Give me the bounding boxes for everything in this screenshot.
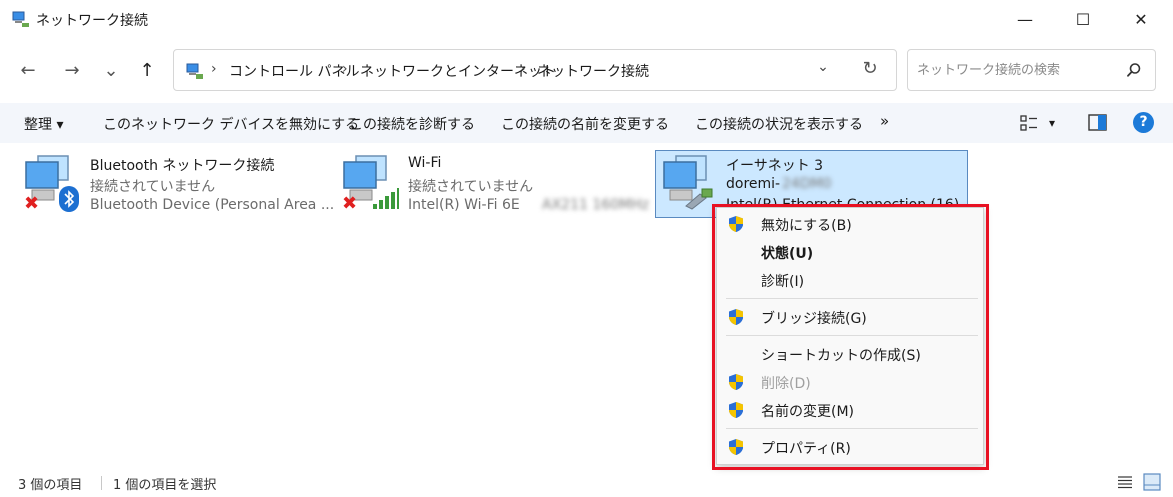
breadcrumb-separator: › (211, 61, 217, 77)
minimize-button[interactable]: — (997, 0, 1053, 38)
organize-button[interactable]: 整理 ▾ (24, 114, 63, 134)
view-status-button[interactable]: この接続の状況を表示する (695, 114, 863, 134)
connection-status-redacted: 24DM0 (782, 176, 832, 192)
recent-locations-button[interactable]: ⌄ (97, 56, 125, 84)
disconnected-x-icon: ✖ (342, 193, 358, 214)
details-view-icon[interactable] (1117, 474, 1133, 490)
refresh-button[interactable]: ↻ (858, 58, 882, 82)
disable-device-button[interactable]: このネットワーク デバイスを無効にする (103, 114, 359, 134)
connection-name: Bluetooth ネットワーク接続 (90, 158, 275, 174)
breadcrumb-network-connections[interactable]: ネットワーク接続 (537, 61, 649, 81)
status-divider (101, 476, 102, 490)
ethernet-cable-icon (685, 188, 713, 210)
connection-name: イーサネット 3 (726, 158, 824, 174)
window-title: ネットワーク接続 (36, 13, 148, 29)
help-button[interactable]: ? (1133, 112, 1154, 133)
status-item-count: 3 個の項目 (18, 478, 83, 493)
large-icons-view-icon[interactable] (1143, 473, 1161, 491)
search-icon[interactable] (1125, 61, 1143, 79)
close-button[interactable]: ✕ (1113, 0, 1169, 38)
maximize-button[interactable]: ☐ (1055, 0, 1111, 38)
view-dropdown-button[interactable]: ▾ (1049, 116, 1055, 130)
preview-pane-icon[interactable] (1088, 114, 1107, 131)
back-button[interactable]: ← (14, 56, 42, 84)
connection-device: Bluetooth Device (Personal Area ... (90, 197, 335, 213)
breadcrumb-separator: › (520, 61, 526, 77)
disconnected-x-icon: ✖ (24, 193, 40, 214)
connection-name: Wi-Fi (408, 155, 442, 171)
rename-button[interactable]: この接続の名前を変更する (501, 114, 669, 134)
signal-bars-icon (373, 188, 399, 209)
connection-status: doremi- (726, 176, 781, 192)
breadcrumb-control-panel[interactable]: コントロール パネル (229, 61, 359, 81)
search-input[interactable] (917, 60, 1117, 80)
address-dropdown-button[interactable]: ⌄ (813, 59, 833, 79)
forward-button[interactable]: → (58, 56, 86, 84)
connection-device-redacted: AX211 160MHz (542, 197, 650, 213)
connection-status: 接続されていません (408, 179, 534, 195)
view-options-icon[interactable] (1020, 114, 1038, 132)
connection-device: Intel(R) Wi-Fi 6E (408, 197, 520, 213)
status-selected-count: 1 個の項目を選択 (113, 478, 217, 493)
diagnose-button[interactable]: この接続を診断する (349, 114, 475, 134)
more-commands-button[interactable]: » (880, 112, 889, 130)
bluetooth-icon (59, 186, 79, 212)
up-button[interactable]: ↑ (133, 56, 161, 84)
highlight-frame (712, 204, 989, 470)
network-connections-icon (12, 11, 29, 27)
connection-status: 接続されていません (90, 179, 216, 195)
breadcrumb-network-internet[interactable]: ネットワークとインターネット (360, 61, 556, 81)
breadcrumb-separator: › (342, 61, 348, 77)
control-panel-icon (186, 63, 203, 79)
